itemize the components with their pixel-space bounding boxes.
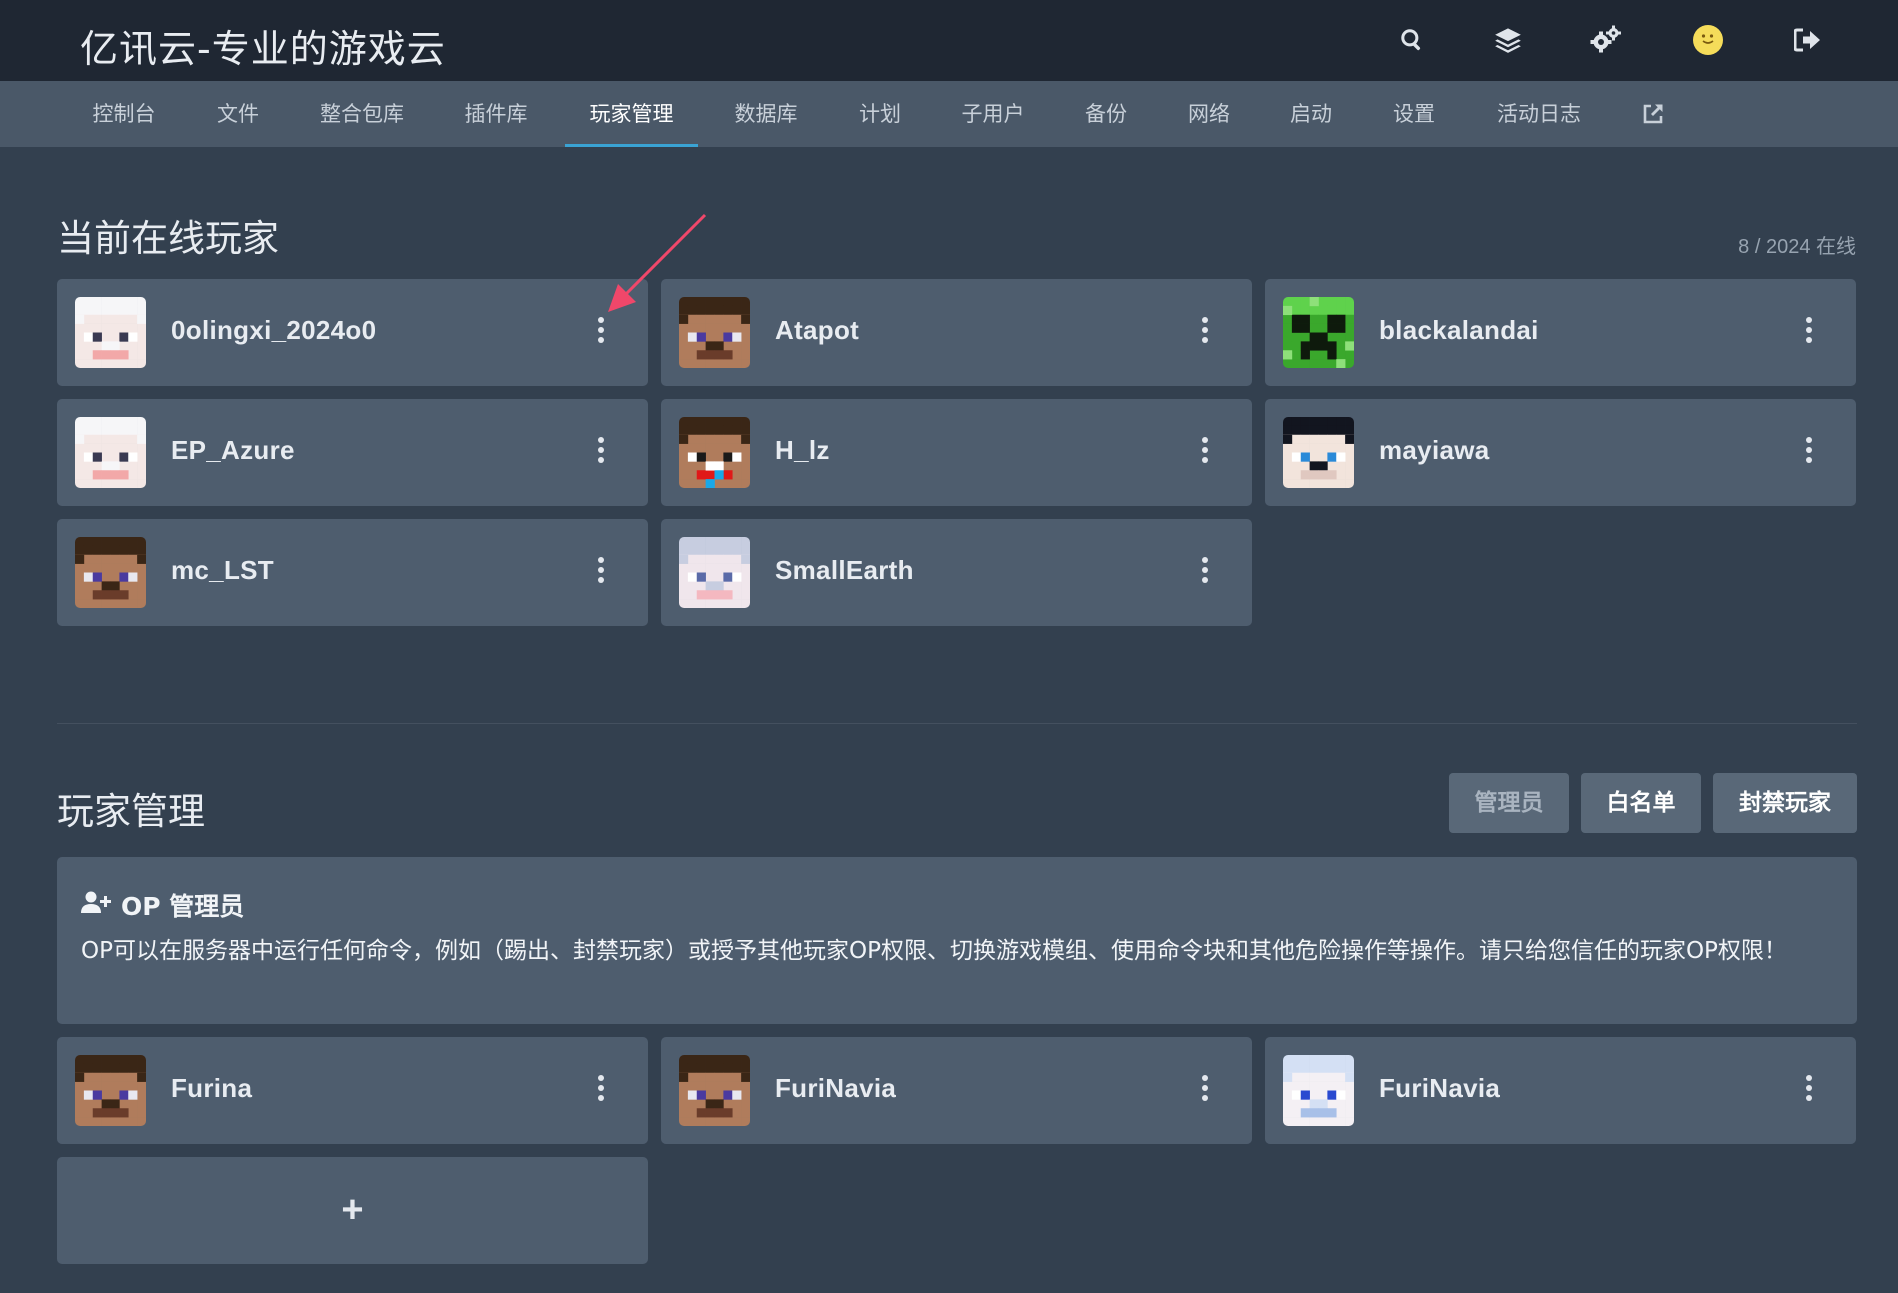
more-options-icon[interactable] — [1804, 1075, 1814, 1107]
player-name: FuriNavia — [775, 1073, 897, 1103]
tab-modpacks[interactable]: 整合包库 — [306, 81, 418, 147]
more-options-icon[interactable] — [1200, 437, 1210, 469]
player-avatar — [679, 537, 750, 608]
player-name: mc_LST — [171, 555, 274, 585]
op-player-card[interactable]: Furina — [57, 1037, 648, 1144]
tab-console[interactable]: 控制台 — [78, 81, 170, 147]
add-op-button[interactable]: + — [57, 1157, 648, 1264]
online-player-card[interactable]: SmallEarth — [661, 519, 1252, 626]
tab-plugins[interactable]: 插件库 — [448, 81, 544, 147]
more-options-icon[interactable] — [596, 437, 606, 469]
player-avatar — [75, 417, 146, 488]
more-options-icon[interactable] — [1200, 317, 1210, 349]
tab-activity[interactable]: 活动日志 — [1478, 81, 1600, 147]
online-count: 8 / 2024 在线 — [1738, 236, 1856, 258]
server-nav: 控制台 文件 整合包库 插件库 玩家管理 数据库 计划 子用户 备份 网络 启动… — [0, 81, 1898, 147]
search-icon[interactable] — [1394, 22, 1430, 58]
online-player-card[interactable]: Atapot — [661, 279, 1252, 386]
tab-banned-players[interactable]: 封禁玩家 — [1713, 773, 1857, 833]
tab-operators[interactable]: 管理员 — [1449, 773, 1569, 833]
player-avatar — [679, 1055, 750, 1126]
more-options-icon[interactable] — [1804, 317, 1814, 349]
player-name: Atapot — [775, 315, 860, 345]
tab-whitelist[interactable]: 白名单 — [1581, 773, 1701, 833]
player-name: mayiawa — [1379, 435, 1490, 465]
player-avatar — [679, 417, 750, 488]
online-player-card[interactable]: 0olingxi_2024o0 — [57, 279, 648, 386]
player-avatar — [1283, 1055, 1354, 1126]
op-heading-label: OP 管理员 — [121, 892, 245, 921]
online-players-title: 当前在线玩家 — [57, 217, 279, 260]
player-avatar — [75, 297, 146, 368]
player-name: SmallEarth — [775, 555, 914, 585]
player-name: Furina — [171, 1073, 253, 1103]
top-bar: 亿讯云-专业的游戏云 — [0, 0, 1898, 81]
app-title[interactable]: 亿讯云-专业的游戏云 — [80, 18, 446, 73]
op-player-card[interactable]: FuriNavia — [661, 1037, 1252, 1144]
player-avatar — [1283, 417, 1354, 488]
op-description: OP可以在服务器中运行任何命令，例如（踢出、封禁玩家）或授予其他玩家OP权限、切… — [81, 938, 1787, 964]
user-plus-icon — [81, 890, 111, 920]
more-options-icon[interactable] — [596, 1075, 606, 1107]
tab-databases[interactable]: 数据库 — [720, 81, 812, 147]
online-player-card[interactable]: mayiawa — [1265, 399, 1856, 506]
player-avatar — [75, 537, 146, 608]
tab-files[interactable]: 文件 — [200, 81, 276, 147]
player-management-title: 玩家管理 — [57, 790, 205, 833]
tab-subusers[interactable]: 子用户 — [950, 81, 1036, 147]
tab-network[interactable]: 网络 — [1170, 81, 1248, 147]
tab-schedules[interactable]: 计划 — [840, 81, 920, 147]
layers-icon[interactable] — [1490, 22, 1526, 58]
logout-icon[interactable] — [1790, 22, 1826, 58]
avatar-icon[interactable] — [1690, 22, 1726, 58]
external-link-icon[interactable] — [1636, 81, 1670, 147]
op-heading: OP 管理员 — [81, 887, 244, 923]
player-avatar — [679, 297, 750, 368]
more-options-icon[interactable] — [1804, 437, 1814, 469]
player-name: EP_Azure — [171, 435, 295, 465]
player-avatar — [75, 1055, 146, 1126]
online-player-card[interactable]: H_lz — [661, 399, 1252, 506]
tab-backups[interactable]: 备份 — [1068, 81, 1144, 147]
tab-startup[interactable]: 启动 — [1273, 81, 1349, 147]
player-name: blackalandai — [1379, 315, 1539, 345]
more-options-icon[interactable] — [1200, 1075, 1210, 1107]
online-player-card[interactable]: blackalandai — [1265, 279, 1856, 386]
section-divider — [57, 723, 1857, 724]
more-options-icon[interactable] — [1200, 557, 1210, 589]
online-player-card[interactable]: mc_LST — [57, 519, 648, 626]
player-name: FuriNavia — [1379, 1073, 1501, 1103]
player-name: H_lz — [775, 435, 830, 465]
more-options-icon[interactable] — [596, 317, 606, 349]
online-player-card[interactable]: EP_Azure — [57, 399, 648, 506]
tab-settings[interactable]: 设置 — [1375, 81, 1453, 147]
more-options-icon[interactable] — [596, 557, 606, 589]
op-player-card[interactable]: FuriNavia — [1265, 1037, 1856, 1144]
player-avatar — [1283, 297, 1354, 368]
player-name: 0olingxi_2024o0 — [171, 315, 377, 345]
op-info-box: OP 管理员 OP可以在服务器中运行任何命令，例如（踢出、封禁玩家）或授予其他玩… — [57, 857, 1857, 1024]
tab-players[interactable]: 玩家管理 — [565, 81, 698, 147]
cogs-icon[interactable] — [1587, 22, 1623, 58]
